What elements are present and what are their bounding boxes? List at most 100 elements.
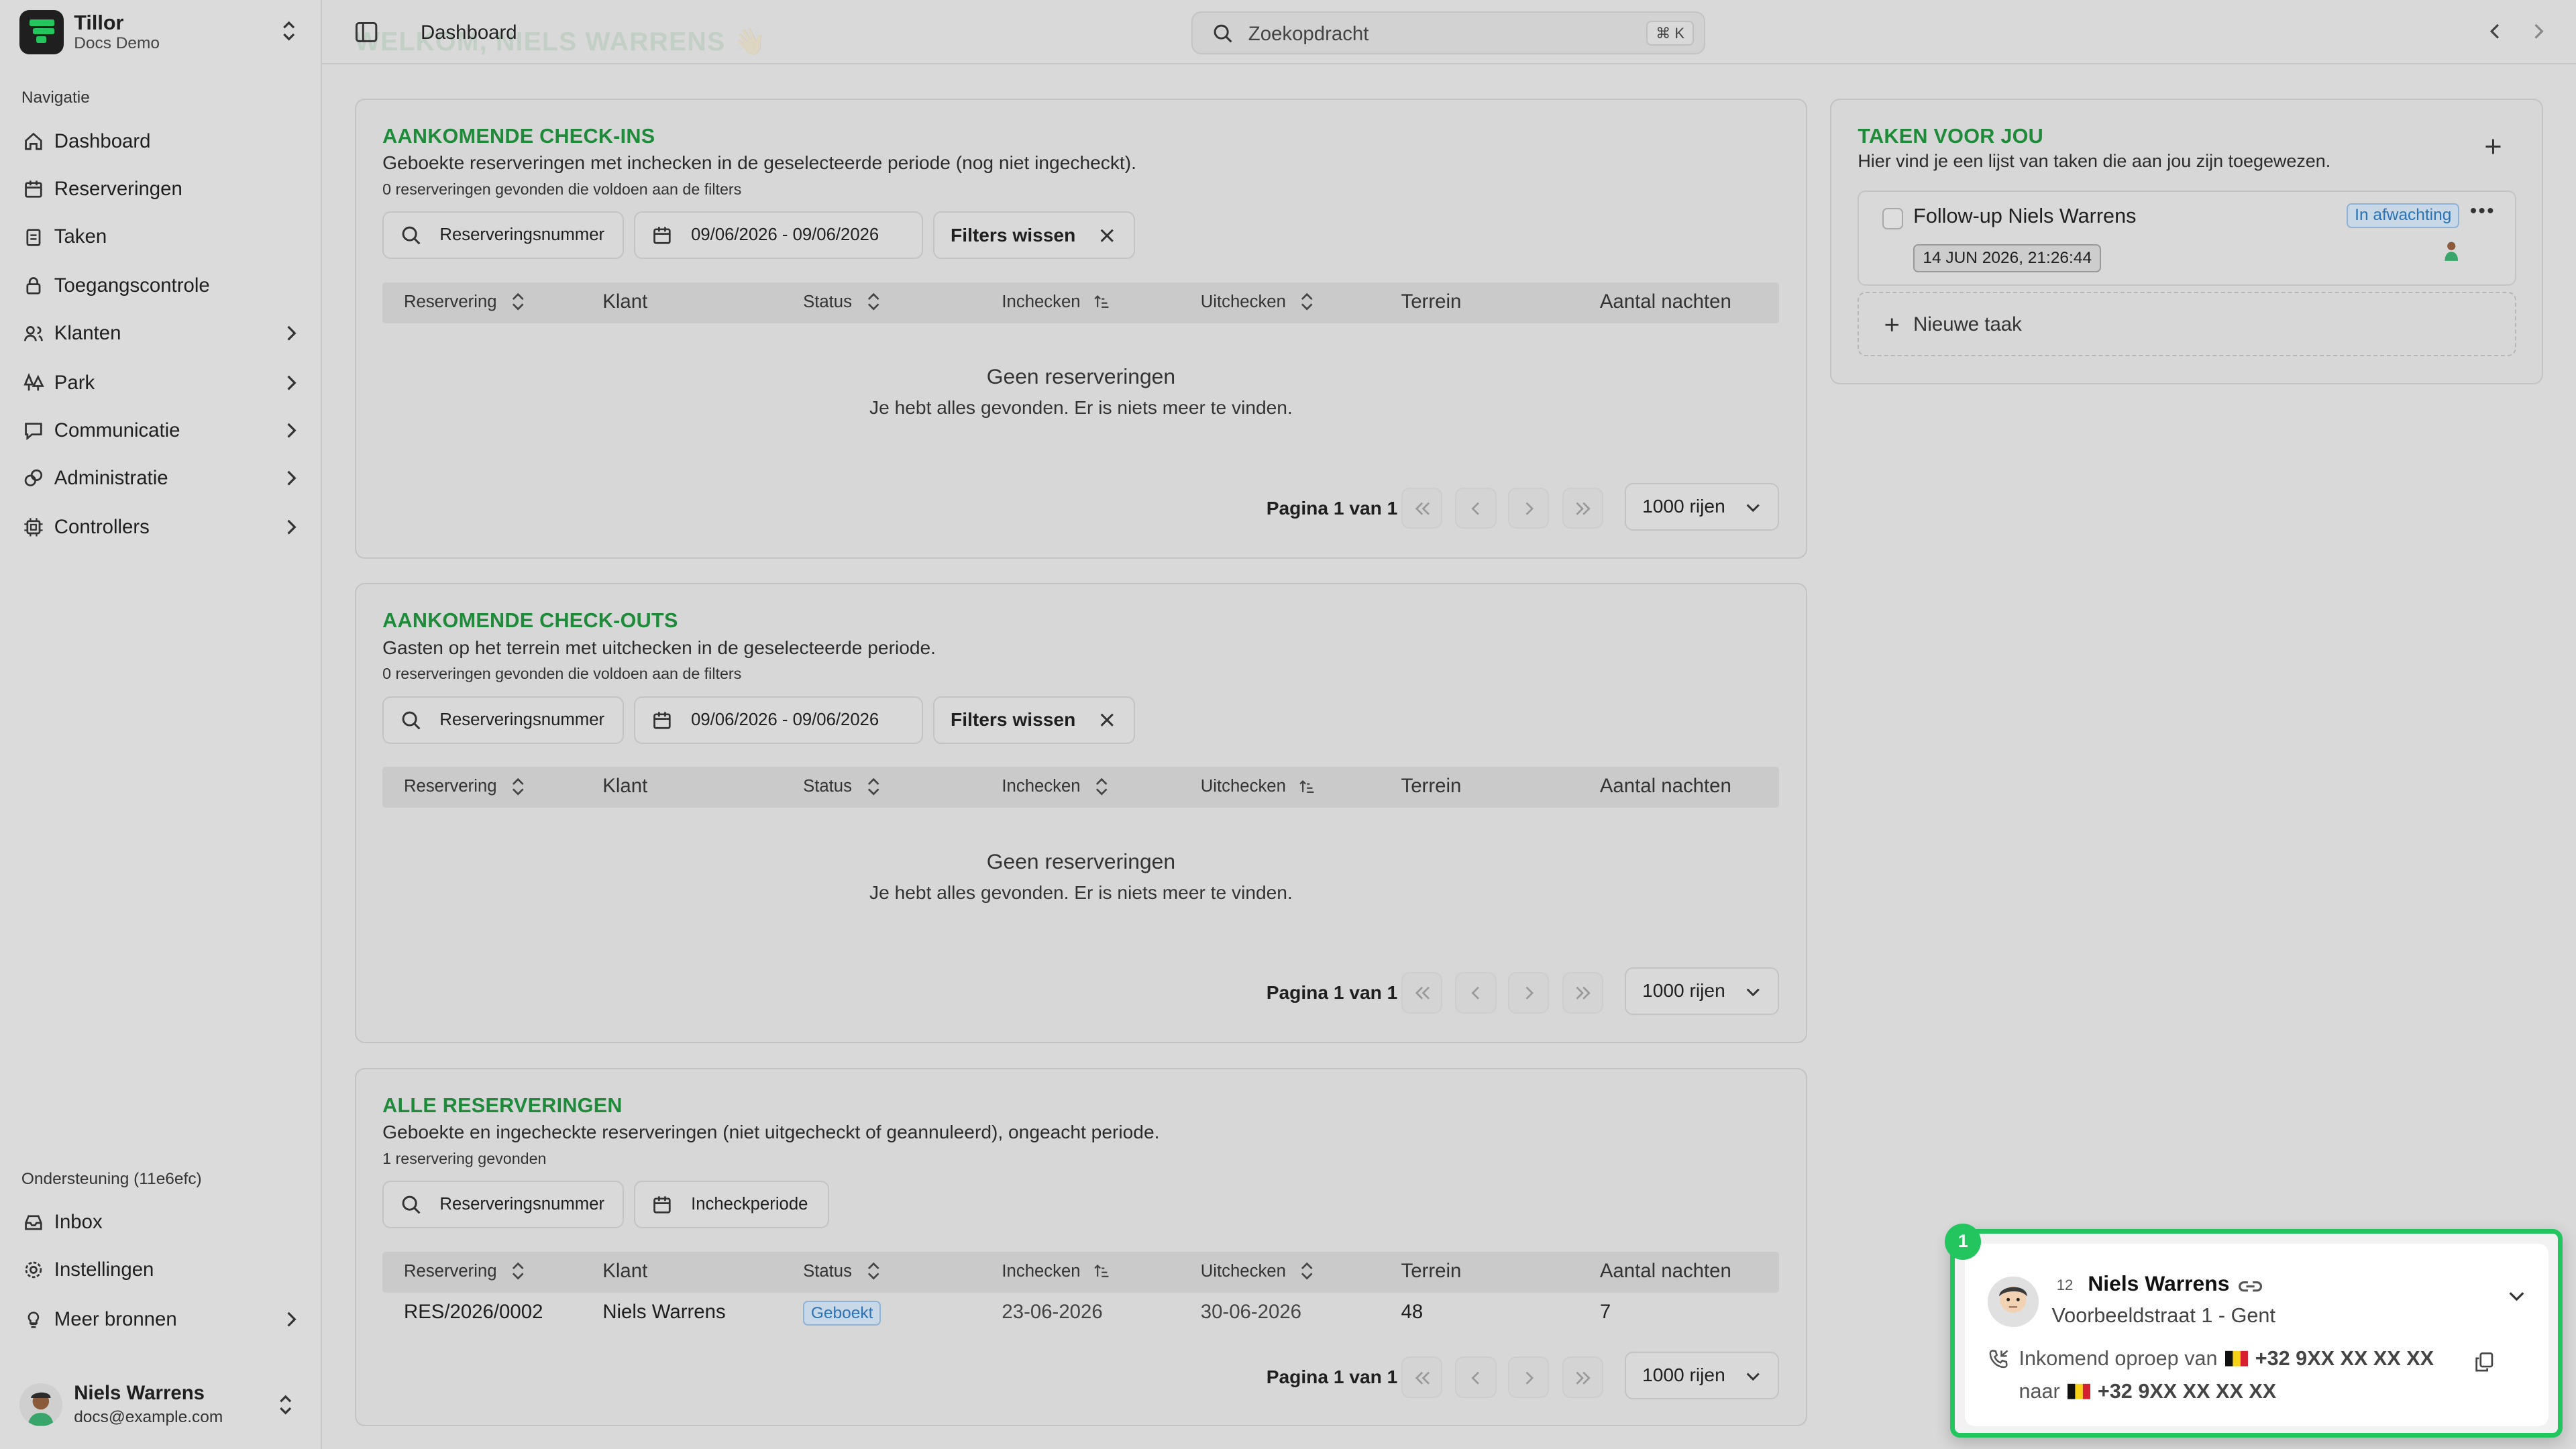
more-options-icon[interactable]: ••• xyxy=(2470,200,2496,223)
sidebar-item-controllers[interactable]: Controllers xyxy=(13,506,309,549)
clear-filters-button[interactable]: Filters wissen xyxy=(932,211,1135,260)
col-uitchecken[interactable]: Uitchecken xyxy=(1201,292,1316,311)
chevron-right-icon xyxy=(1525,1371,1534,1385)
checkins-card: AANKOMENDE CHECK-INS Geboekte reserverin… xyxy=(354,98,1807,559)
sidebar-item-communicatie[interactable]: Communicatie xyxy=(13,409,309,452)
chevron-right-icon xyxy=(287,470,297,486)
sidebar-item-toegangscontrole[interactable]: Toegangscontrole xyxy=(13,264,309,307)
search-input[interactable]: Zoekopdracht ⌘ K xyxy=(1191,11,1706,54)
close-icon xyxy=(1100,713,1114,727)
next-page-button[interactable] xyxy=(1507,972,1549,1014)
last-page-button[interactable] xyxy=(1562,487,1603,529)
chevron-down-icon[interactable] xyxy=(2508,1288,2526,1304)
breadcrumb: Dashboard xyxy=(420,21,517,44)
col-uitchecken[interactable]: Uitchecken xyxy=(1201,777,1316,796)
task-checkbox[interactable] xyxy=(1882,208,1904,229)
workspace-switcher[interactable]: Tillor Docs Demo xyxy=(19,9,302,56)
sidebar-toggle-icon[interactable] xyxy=(355,21,378,43)
col-inchecken[interactable]: Inchecken xyxy=(1002,777,1110,796)
sidebar-item-administratie[interactable]: Administratie xyxy=(13,457,309,500)
link-icon[interactable] xyxy=(2237,1277,2263,1296)
plus-icon[interactable] xyxy=(2484,138,2502,156)
col-status[interactable]: Status xyxy=(803,292,881,311)
belgium-flag-icon xyxy=(2067,1383,2090,1399)
next-page-button[interactable] xyxy=(1507,1356,1549,1398)
sidebar-item-label: Controllers xyxy=(54,516,150,539)
chevrons-left-icon xyxy=(1415,987,1430,1000)
search-reservation-button[interactable]: Reserveringsnummer xyxy=(382,211,625,260)
call-from-line: Inkomend oproep van +32 9XX XX XX XX xyxy=(2019,1346,2434,1370)
col-inchecken[interactable]: Inchecken xyxy=(1002,292,1110,311)
sidebar-item-taken[interactable]: Taken xyxy=(13,215,309,258)
copy-icon[interactable] xyxy=(2474,1352,2493,1373)
checkin-period-button[interactable]: Incheckperiode xyxy=(633,1181,830,1229)
sidebar-item-label: Instellingen xyxy=(54,1258,154,1281)
caller-avatar xyxy=(1987,1276,2039,1328)
call-queue-badge: 1 xyxy=(1945,1224,1982,1260)
sidebar-item-meer-bronnen[interactable]: Meer bronnen xyxy=(13,1298,309,1341)
checkouts-description: Gasten op het terrein met uitchecken in … xyxy=(382,637,936,658)
sidebar-item-klanten[interactable]: Klanten xyxy=(13,312,309,355)
first-page-button[interactable] xyxy=(1401,487,1442,529)
col-reservering[interactable]: Reservering xyxy=(404,292,527,311)
clear-filters-button[interactable]: Filters wissen xyxy=(932,696,1135,744)
sort-icon xyxy=(1096,777,1108,796)
prev-page-button[interactable] xyxy=(1455,487,1497,529)
calendar-icon xyxy=(653,711,671,729)
to-number: +32 9XX XX XX XX xyxy=(2097,1379,2277,1403)
sort-icon xyxy=(867,293,879,311)
incoming-call-popup[interactable]: 12 Niels Warrens Voorbeeldstraat 1 - Gen… xyxy=(1945,1224,2563,1438)
search-shortcut: ⌘ K xyxy=(1646,21,1695,46)
last-page-button[interactable] xyxy=(1562,1356,1603,1398)
col-reservering[interactable]: Reservering xyxy=(404,1261,527,1281)
rows-per-page-select[interactable]: 1000 rijen xyxy=(1624,482,1779,531)
col-uitchecken[interactable]: Uitchecken xyxy=(1201,1261,1316,1281)
back-arrow-icon[interactable] xyxy=(2487,21,2504,41)
sidebar-item-label: Meer bronnen xyxy=(54,1307,177,1330)
prev-page-button[interactable] xyxy=(1455,972,1497,1014)
sidebar-item-label: Park xyxy=(54,371,95,394)
last-page-button[interactable] xyxy=(1562,972,1603,1014)
first-page-button[interactable] xyxy=(1401,1356,1442,1398)
sidebar-item-instellingen[interactable]: Instellingen xyxy=(13,1248,309,1291)
chevron-down-icon xyxy=(1746,504,1760,512)
support-section-label: Ondersteuning (11e6efc) xyxy=(21,1169,202,1188)
task-title: Follow-up Niels Warrens xyxy=(1913,205,2137,228)
sidebar-item-label: Toegangscontrole xyxy=(54,274,210,297)
new-task-button[interactable]: Nieuwe taak xyxy=(1858,292,2517,356)
sidebar-item-reserveringen[interactable]: Reserveringen xyxy=(13,168,309,211)
search-icon xyxy=(1214,24,1232,43)
all-reservations-count: 1 reservering gevonden xyxy=(382,1149,547,1167)
rows-per-page-select[interactable]: 1000 rijen xyxy=(1624,1352,1779,1400)
user-menu[interactable]: Niels Warrens docs@example.com xyxy=(19,1377,302,1436)
chevrons-right-icon xyxy=(1576,987,1591,1000)
sidebar-item-dashboard[interactable]: Dashboard xyxy=(13,120,309,163)
sidebar-item-label: Inbox xyxy=(54,1211,103,1234)
sidebar-item-inbox[interactable]: Inbox xyxy=(13,1201,309,1244)
col-inchecken[interactable]: Inchecken xyxy=(1002,1261,1110,1281)
welcome-title: WELKOM, NIELS WARRENS 👋 xyxy=(354,28,767,57)
sidebar-item-park[interactable]: Park xyxy=(13,362,309,405)
search-reservation-button[interactable]: Reserveringsnummer xyxy=(382,1181,625,1229)
rows-per-page-select[interactable]: 1000 rijen xyxy=(1624,967,1779,1016)
prev-page-button[interactable] xyxy=(1455,1356,1497,1398)
first-page-button[interactable] xyxy=(1401,972,1442,1014)
chevron-left-icon xyxy=(1471,987,1480,1000)
topbar: WELKOM, NIELS WARRENS 👋 Dashboard Zoekop… xyxy=(322,0,2576,64)
forward-arrow-icon[interactable] xyxy=(2530,21,2546,41)
col-status[interactable]: Status xyxy=(803,777,881,796)
date-range-button[interactable]: 09/06/2026 - 09/06/2026 xyxy=(633,696,923,744)
task-item[interactable]: Follow-up Niels Warrens 14 JUN 2026, 21:… xyxy=(1858,190,2517,286)
clear-filters-label: Filters wissen xyxy=(951,709,1076,731)
col-reservering[interactable]: Reservering xyxy=(404,777,527,796)
search-reservation-button[interactable]: Reserveringsnummer xyxy=(382,696,625,744)
new-task-label: Nieuwe taak xyxy=(1913,313,2022,335)
next-page-button[interactable] xyxy=(1507,487,1549,529)
cell-uitchecken: 30-06-2026 xyxy=(1200,1301,1302,1324)
users-icon xyxy=(24,326,44,341)
cell-nachten: 7 xyxy=(1599,1301,1611,1324)
col-status[interactable]: Status xyxy=(803,1261,881,1281)
belgium-flag-icon xyxy=(2224,1350,2248,1366)
col-nachten: Aantal nachten xyxy=(1599,290,1731,313)
date-range-button[interactable]: 09/06/2026 - 09/06/2026 xyxy=(633,211,923,260)
